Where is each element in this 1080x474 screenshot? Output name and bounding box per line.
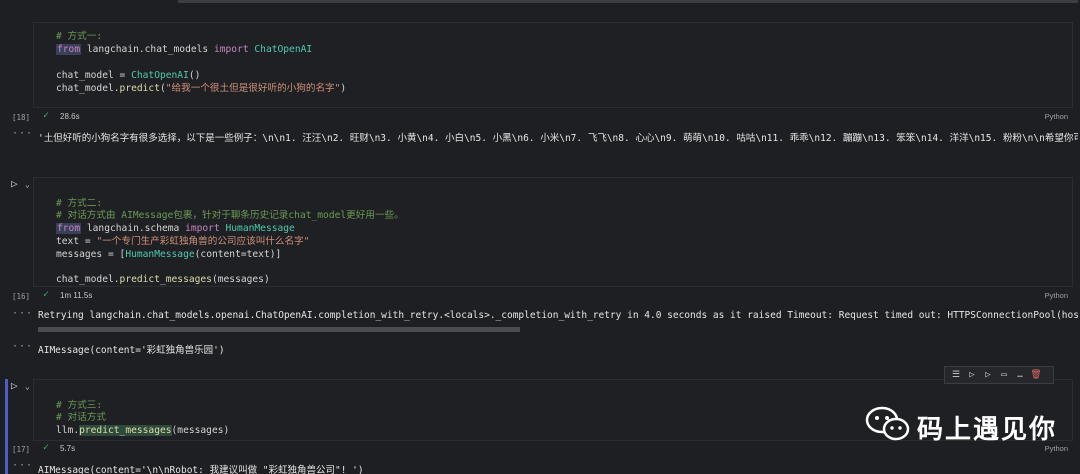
code-line-import: from langchain.schema import HumanMessag… [56,223,295,234]
execute-above-icon[interactable]: ▷ [965,368,979,382]
cell-output-result: AIMessage(content='彩虹独角兽乐园') [38,345,225,356]
check-icon: ✓ [43,289,50,300]
code-line-text: text = "一个专门生产彩虹独角兽的公司应该叫什么名字" [56,236,310,247]
check-icon: ✓ [43,442,50,453]
run-icon[interactable]: ▷ [11,379,18,392]
code-line-messages: messages = [HumanMessage(content=text)] [56,249,282,260]
chevron-down-icon[interactable]: ⌄ [25,382,30,391]
execution-time: 5.7s [60,444,76,453]
language-label[interactable]: Python [1045,291,1068,300]
ellipsis-icon[interactable]: ··· [12,341,33,352]
watermark-text: 码上遇见你 [917,415,1058,445]
check-icon: ✓ [43,110,50,121]
code-line-predict: chat_model.predict("给我一个很土但是很好听的小狗的名字") [56,83,347,94]
code-comment: # 对话方式 [56,412,106,423]
run-icon[interactable]: ▷ [11,177,18,190]
execution-time: 1m 11.5s [60,291,93,300]
execution-count: [18] [12,113,31,122]
cell-output: AIMessage(content='\n\nRobot: 我建议叫做 "彩虹独… [38,465,364,474]
ellipsis-icon[interactable]: ··· [12,128,33,139]
split-cell-icon[interactable]: ▭ [997,368,1011,382]
wechat-logo [865,406,911,442]
code-line-assign: chat_model = ChatOpenAI() [56,70,201,81]
cell-output-retry: Retrying langchain.chat_models.openai.Ch… [38,310,1078,321]
execute-below-icon[interactable]: ▷ [981,368,995,382]
code-cell-1[interactable] [33,22,1073,108]
more-actions-icon[interactable]: … [1013,368,1027,382]
code-comment: # 方式一: [56,31,103,42]
run-by-line-icon[interactable]: ☰ [949,368,963,382]
code-line-predict-messages: chat_model.predict_messages(messages) [56,274,270,285]
execution-time: 28.6s [60,112,80,121]
code-line-import: from langchain.chat_models import ChatOp… [56,44,313,55]
chevron-down-icon[interactable]: ⌄ [25,180,30,189]
code-comment: # 对话方式由 AIMessage包裹，针对于聊条历史记录chat_model更… [56,210,404,221]
ellipsis-icon[interactable]: ··· [12,308,33,319]
top-scrollbar[interactable] [178,0,1078,3]
execution-count: [16] [12,292,31,301]
cell-output: '土但好听的小狗名字有很多选择，以下是一些例子：\n\n1. 汪汪\n2. 旺财… [38,133,1078,144]
ellipsis-icon[interactable]: ··· [12,460,33,471]
cell-toolbar: ☰ ▷ ▷ ▭ … 🗑 [944,366,1054,384]
execution-count: [17] [12,445,31,454]
output-scrollbar[interactable] [38,327,520,332]
selected-cell-indicator [5,379,8,474]
code-line-llm-predict: llm.predict_messages(messages) [56,425,230,436]
delete-icon[interactable]: 🗑 [1029,368,1043,382]
language-label[interactable]: Python [1045,112,1068,121]
